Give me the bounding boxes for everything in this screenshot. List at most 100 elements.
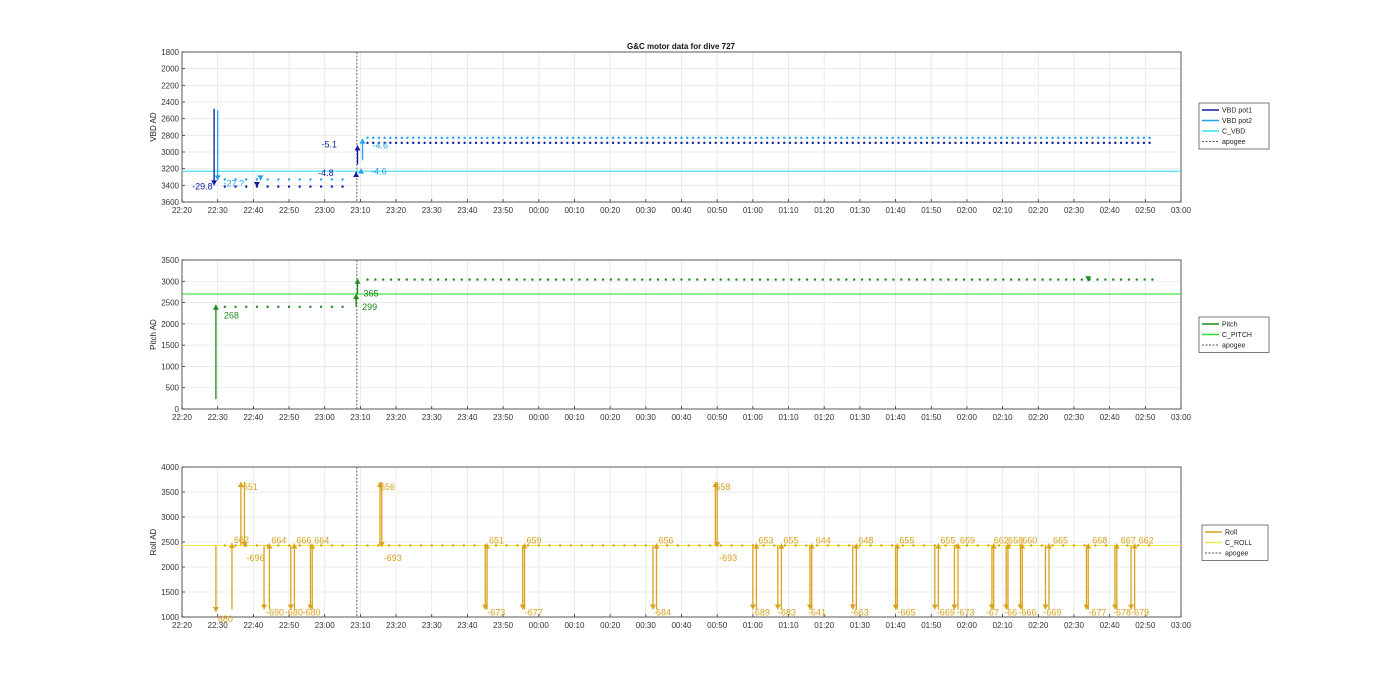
- data-point: [651, 136, 655, 140]
- data-point: [554, 136, 558, 140]
- event-label: 655: [899, 536, 914, 546]
- data-point: [583, 136, 586, 140]
- event-label: 651: [489, 536, 504, 546]
- data-point: [737, 136, 740, 140]
- x-tick-label: 22:50: [279, 206, 300, 215]
- data-point: [1127, 278, 1131, 281]
- x-tick-label: 02:40: [1100, 621, 1121, 630]
- data-point: [714, 141, 717, 145]
- event-label: -673: [487, 608, 505, 618]
- data-point: [674, 136, 677, 140]
- event-label: 365: [364, 289, 379, 299]
- data-point: [719, 544, 722, 547]
- x-tick-label: 02:20: [1028, 413, 1049, 422]
- y-tick-label: 3600: [161, 198, 179, 207]
- data-point: [891, 136, 894, 140]
- data-point: [777, 136, 780, 140]
- data-point: [266, 305, 269, 309]
- data-point: [1039, 136, 1043, 140]
- data-point: [382, 278, 385, 281]
- data-point: [686, 136, 689, 140]
- legend-label: VBD pot1: [1222, 108, 1252, 115]
- data-point: [868, 278, 872, 281]
- data-point: [783, 141, 786, 145]
- event-label: -689: [752, 608, 770, 618]
- data-point: [1131, 141, 1134, 145]
- data-point: [994, 278, 997, 281]
- data-point: [885, 141, 889, 145]
- event-label: 658: [1008, 536, 1023, 546]
- data-point: [571, 136, 575, 140]
- data-point: [672, 278, 675, 281]
- legend-label: apogee: [1222, 343, 1245, 350]
- data-point: [1017, 136, 1020, 140]
- data-point: [668, 141, 672, 145]
- data-point: [523, 278, 526, 281]
- data-point: [641, 278, 644, 281]
- y-tick-label: 500: [166, 384, 180, 393]
- data-point: [1079, 136, 1083, 140]
- data-point: [611, 141, 615, 145]
- data-point: [1009, 278, 1013, 281]
- data-point: [760, 136, 763, 140]
- data-point: [633, 544, 637, 547]
- x-tick-label: 22:50: [279, 413, 300, 422]
- data-point: [942, 141, 946, 145]
- data-point: [319, 305, 323, 309]
- data-point: [857, 141, 860, 145]
- data-point: [937, 141, 940, 145]
- data-point: [845, 136, 849, 140]
- data-point: [266, 178, 269, 181]
- event-label: -67: [986, 608, 999, 618]
- legend-label: Roll: [1225, 530, 1238, 537]
- data-point: [697, 136, 700, 140]
- x-tick-label: 00:40: [671, 206, 692, 215]
- data-point: [491, 278, 495, 281]
- data-point: [674, 141, 677, 145]
- data-point: [397, 278, 401, 281]
- data-point: [476, 278, 479, 281]
- data-point: [457, 141, 461, 145]
- data-point: [341, 185, 344, 188]
- data-point: [644, 544, 648, 547]
- data-point: [1143, 278, 1146, 281]
- x-tick-label: 00:10: [564, 413, 585, 422]
- data-point: [852, 278, 856, 281]
- data-point: [606, 141, 609, 145]
- data-point: [398, 544, 401, 547]
- legend-label: C_VBD: [1222, 129, 1245, 136]
- data-point: [366, 141, 369, 145]
- x-tick-label: 00:00: [529, 621, 550, 630]
- data-point: [851, 136, 854, 140]
- data-point: [223, 305, 227, 309]
- data-point: [1136, 136, 1140, 140]
- data-point: [640, 136, 643, 140]
- data-point: [566, 141, 569, 145]
- x-tick-label: 01:00: [743, 413, 764, 422]
- x-tick-label: 22:30: [208, 206, 229, 215]
- data-point: [1034, 141, 1037, 145]
- data-point: [774, 278, 777, 281]
- data-point: [840, 136, 843, 140]
- data-point: [491, 141, 495, 145]
- data-point: [516, 544, 519, 547]
- data-point: [860, 278, 864, 281]
- data-point: [554, 141, 558, 145]
- data-point: [421, 278, 424, 281]
- data-point: [765, 141, 769, 145]
- data-point: [897, 136, 900, 140]
- data-point: [309, 178, 312, 181]
- data-point: [805, 278, 809, 281]
- x-tick-label: 22:20: [172, 206, 193, 215]
- data-point: [708, 136, 712, 140]
- data-point: [845, 278, 848, 281]
- data-point: [514, 141, 518, 145]
- data-point: [514, 136, 518, 140]
- data-point: [680, 278, 683, 281]
- x-tick-label: 00:00: [529, 413, 550, 422]
- data-point: [1114, 141, 1117, 145]
- data-point: [560, 136, 563, 140]
- figure-canvas: G&C motor data for dive 727 22:20 22:30 22…: [149, 42, 1270, 630]
- data-point: [1064, 278, 1068, 281]
- x-tick-label: 01:40: [886, 413, 907, 422]
